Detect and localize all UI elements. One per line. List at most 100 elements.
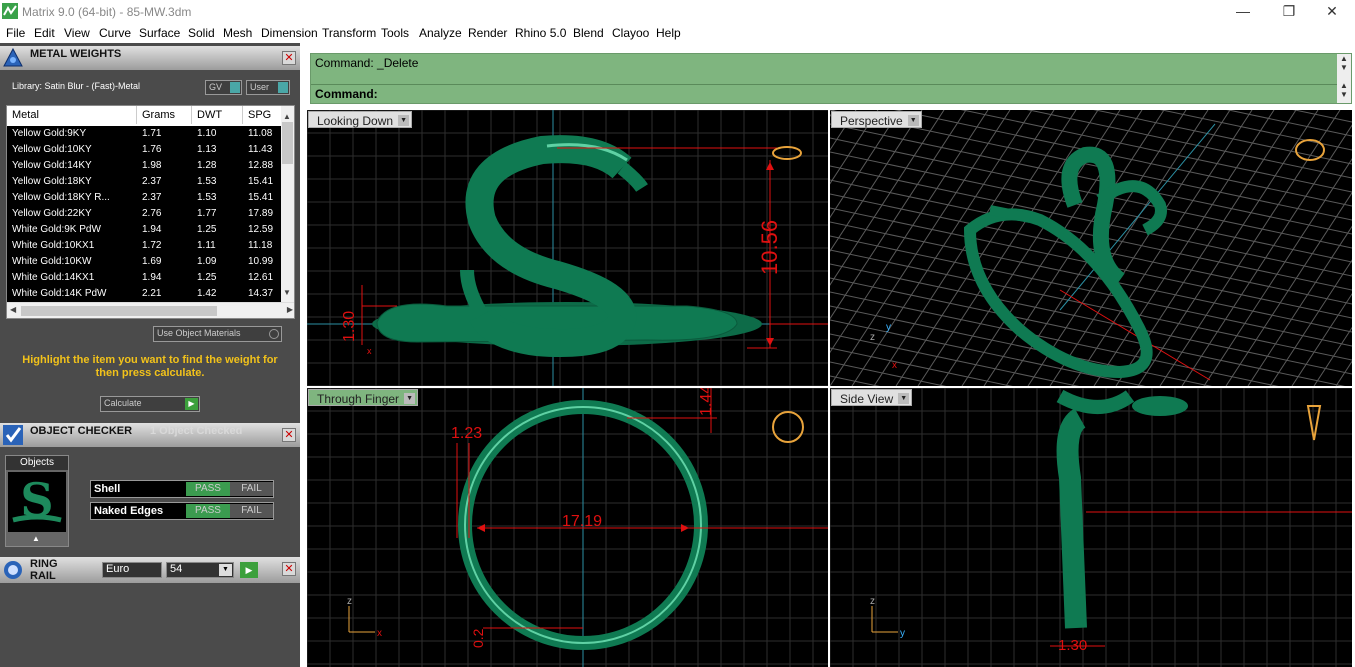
menu-dimension[interactable]: Dimension	[261, 26, 318, 40]
table-cell: 2.37	[142, 176, 162, 187]
viewport-label-looking-down[interactable]: Looking Down ▼	[308, 111, 413, 128]
col-header-dwt[interactable]: DWT	[192, 106, 243, 124]
object-checker-header: OBJECT CHECKER 1 Object Checked ✕	[0, 423, 300, 447]
size-system-field[interactable]: Euro	[102, 562, 162, 578]
close-ring-rail-button[interactable]: ✕	[282, 562, 296, 576]
menu-surface[interactable]: Surface	[139, 26, 180, 40]
close-window-button[interactable]: ✕	[1309, 0, 1355, 23]
menu-bar: File Edit View Curve Surface Solid Mesh …	[0, 23, 1355, 43]
menu-curve[interactable]: Curve	[99, 26, 131, 40]
menu-view[interactable]: View	[64, 26, 90, 40]
menu-tools[interactable]: Tools	[381, 26, 409, 40]
maximize-button[interactable]: ❐	[1266, 0, 1312, 23]
table-row[interactable]: White Gold:14K PdW 2.21 1.42 14.37	[7, 286, 282, 302]
menu-edit[interactable]: Edit	[34, 26, 55, 40]
table-cell: 1.69	[142, 256, 162, 267]
table-row[interactable]: Yellow Gold:22KY 2.76 1.77 17.89	[7, 206, 282, 222]
perspective-label: Perspective	[840, 114, 903, 128]
user-label: User	[250, 82, 270, 92]
play-icon: ▶	[185, 398, 198, 410]
table-row[interactable]: White Gold:10KX1 1.72 1.11 11.18	[7, 238, 282, 254]
viewport-label-through-finger[interactable]: Through Finger ▼	[308, 389, 419, 406]
menu-rhino[interactable]: Rhino 5.0	[515, 26, 566, 40]
dim-length-label: 10.56	[757, 220, 782, 275]
viewport-side-view[interactable]: 1.30 z y Side View ▼	[830, 388, 1352, 667]
close-object-checker-button[interactable]: ✕	[282, 428, 296, 442]
svg-text:y: y	[886, 322, 891, 333]
menu-analyze[interactable]: Analyze	[419, 26, 462, 40]
table-row[interactable]: White Gold:14KX1 1.94 1.25 12.61	[7, 270, 282, 286]
menu-transform[interactable]: Transform	[322, 26, 376, 40]
table-cell: 1.09	[197, 256, 217, 267]
pass-button[interactable]: PASS	[186, 482, 230, 496]
check-row: Naked Edges PASS FAIL	[90, 502, 274, 520]
chevron-down-icon: ▼	[219, 564, 232, 576]
table-cell: Yellow Gold:9KY	[12, 128, 87, 139]
ring-rail-title: RING RAIL	[30, 558, 58, 582]
svg-text:x: x	[892, 360, 897, 371]
object-preview: S	[8, 472, 66, 532]
table-cell: Yellow Gold:18KY R...	[12, 192, 110, 203]
command-scrollbar[interactable]: ▲ ▼ ▲ ▼	[1337, 54, 1351, 103]
table-row[interactable]: White Gold:10KW 1.69 1.09 10.99	[7, 254, 282, 270]
calculate-button[interactable]: Calculate ▶	[100, 396, 200, 412]
table-cell: 1.13	[197, 144, 217, 155]
ring-rail-go-button[interactable]: ▶	[240, 562, 258, 578]
col-header-spg[interactable]: SPG	[243, 106, 283, 124]
table-row[interactable]: Yellow Gold:9KY 1.71 1.10 11.08	[7, 126, 282, 142]
menu-mesh[interactable]: Mesh	[223, 26, 252, 40]
chevron-down-icon: ▼	[907, 115, 919, 126]
library-label: Library: Satin Blur - (Fast)-Metal	[12, 81, 141, 91]
use-object-materials-toggle[interactable]: Use Object Materials	[153, 326, 282, 342]
gv-switch	[230, 82, 240, 93]
table-row[interactable]: Yellow Gold:18KY R... 2.37 1.53 15.41	[7, 190, 282, 206]
expand-arrow-icon[interactable]: ▲	[32, 534, 40, 543]
close-metal-panel-button[interactable]: ✕	[282, 51, 296, 65]
gv-toggle[interactable]: GV	[205, 80, 242, 95]
viewport-through-finger[interactable]: 17.19 1.23 1.44 0.2 z x Through Finger ▼	[307, 388, 828, 667]
table-cell: 1.28	[197, 160, 217, 171]
menu-file[interactable]: File	[6, 26, 25, 40]
user-toggle[interactable]: User	[246, 80, 290, 95]
table-row[interactable]: Yellow Gold:18KY 2.37 1.53 15.41	[7, 174, 282, 190]
table-row[interactable]: White Gold:9K PdW 1.94 1.25 12.59	[7, 222, 282, 238]
dim-width-label: 1.23	[451, 425, 482, 442]
table-cell: White Gold:10KX1	[12, 240, 95, 251]
fail-button[interactable]: FAIL	[230, 504, 273, 518]
command-prompt[interactable]: Command:	[315, 87, 378, 101]
fail-button[interactable]: FAIL	[230, 482, 273, 496]
table-cell: 1.77	[197, 208, 217, 219]
command-area[interactable]: Command: _Delete Command: ▲ ▼ ▲ ▼	[310, 53, 1352, 104]
menu-solid[interactable]: Solid	[188, 26, 215, 40]
table-cell: White Gold:14KX1	[12, 272, 95, 283]
menu-render[interactable]: Render	[468, 26, 507, 40]
table-cell: 1.94	[142, 224, 162, 235]
menu-blend[interactable]: Blend	[573, 26, 604, 40]
col-header-metal[interactable]: Metal	[7, 106, 137, 124]
side-view-label: Side View	[840, 392, 894, 406]
viewport-label-perspective[interactable]: Perspective ▼	[831, 111, 922, 128]
table-cell: 1.10	[197, 128, 217, 139]
table-row[interactable]: Yellow Gold:10KY 1.76 1.13 11.43	[7, 142, 282, 158]
table-row[interactable]: Yellow Gold:14KY 1.98 1.28 12.88	[7, 158, 282, 174]
menu-help[interactable]: Help	[656, 26, 681, 40]
menu-clayoo[interactable]: Clayoo	[612, 26, 649, 40]
svg-text:z: z	[870, 332, 875, 343]
table-cell: 11.43	[248, 144, 273, 155]
chevron-down-icon: ▼	[898, 393, 910, 404]
col-header-grams[interactable]: Grams	[137, 106, 192, 124]
dim-height-label: 1.30	[341, 311, 358, 342]
viewport-perspective[interactable]: z y x Perspective ▼	[830, 110, 1352, 386]
ring-size-select[interactable]: 54 ▼	[166, 562, 234, 578]
minimize-button[interactable]: —	[1220, 0, 1266, 23]
objects-thumbnail[interactable]: Objects S ▲	[5, 455, 69, 547]
dim-inner-diameter-label: 17.19	[562, 513, 602, 530]
table-vertical-scrollbar[interactable]: ▲ ▼	[281, 106, 294, 302]
checkmark-icon	[3, 425, 23, 445]
objects-label: Objects	[6, 456, 68, 470]
svg-text:y: y	[900, 628, 905, 639]
table-horizontal-scrollbar[interactable]: ◀ ▶	[7, 302, 294, 318]
viewport-looking-down[interactable]: 10.56 1.30 x Looking Down ▼	[307, 110, 828, 386]
pass-button[interactable]: PASS	[186, 504, 230, 518]
viewport-label-side-view[interactable]: Side View ▼	[831, 389, 913, 406]
